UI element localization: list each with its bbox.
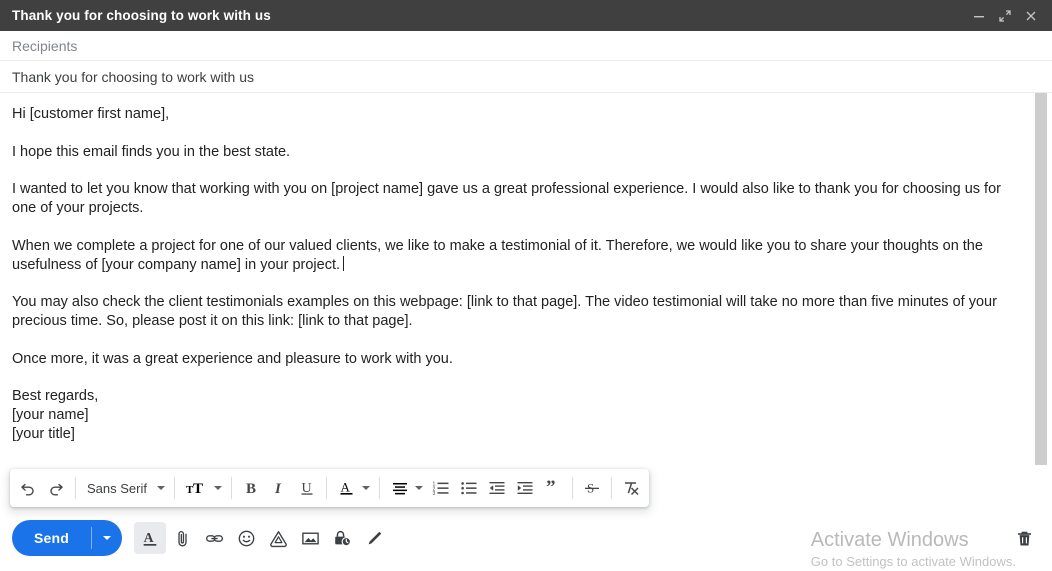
subject-input[interactable]: Thank you for choosing to work with us bbox=[12, 69, 254, 85]
insert-drive-files-icon[interactable] bbox=[262, 522, 294, 554]
svg-text:A: A bbox=[143, 530, 153, 545]
attach-files-icon[interactable] bbox=[166, 522, 198, 554]
insert-link-icon[interactable] bbox=[198, 522, 230, 554]
svg-text:3: 3 bbox=[432, 491, 435, 497]
body-scrollbar[interactable] bbox=[1034, 93, 1048, 465]
indent-less-icon[interactable] bbox=[483, 473, 511, 503]
discard-draft-icon[interactable] bbox=[1008, 522, 1040, 554]
body-paragraph-with-caret: When we complete a project for one of ou… bbox=[12, 237, 1018, 275]
underline-icon[interactable]: U bbox=[293, 473, 321, 503]
insert-photo-icon[interactable] bbox=[294, 522, 326, 554]
close-icon[interactable] bbox=[1018, 3, 1044, 29]
toolbar-divider bbox=[173, 477, 175, 499]
indent-more-icon[interactable] bbox=[511, 473, 539, 503]
subject-row[interactable]: Thank you for choosing to work with us bbox=[0, 61, 1052, 93]
align-dropdown[interactable] bbox=[385, 473, 427, 503]
send-button-group[interactable]: Send bbox=[12, 520, 123, 556]
send-options-button[interactable] bbox=[92, 520, 122, 556]
quote-icon[interactable]: ” bbox=[539, 473, 567, 503]
font-family-dropdown[interactable]: Sans Serif bbox=[81, 473, 169, 503]
compose-title: Thank you for choosing to work with us bbox=[12, 8, 271, 23]
align-icon bbox=[392, 483, 407, 495]
signature-line: [your title] bbox=[12, 426, 75, 442]
svg-text:I: I bbox=[274, 481, 282, 497]
windows-activation-watermark: Activate Windows Go to Settings to activ… bbox=[811, 527, 1016, 571]
italic-icon[interactable]: I bbox=[265, 473, 293, 503]
body-paragraph: I hope this email finds you in the best … bbox=[12, 143, 291, 160]
signature-line: [your name] bbox=[12, 407, 89, 423]
chevron-down-icon bbox=[414, 486, 423, 490]
body-paragraph: Hi [customer first name], bbox=[12, 106, 170, 122]
formatting-toolbar-area: Sans Serif T T B I U A 1 2 3 ” bbox=[0, 465, 1052, 511]
scrollbar-thumb[interactable] bbox=[1035, 93, 1047, 465]
svg-text:T: T bbox=[193, 481, 203, 497]
compose-bottom-bar: Send A Activate Windows Go to Settings t… bbox=[0, 511, 1052, 569]
body-paragraph-text: When we complete a project for one of ou… bbox=[12, 237, 983, 273]
bulleted-list-icon[interactable] bbox=[455, 473, 483, 503]
signature-line: Best regards, bbox=[12, 388, 99, 404]
toolbar-divider bbox=[230, 477, 232, 499]
undo-icon[interactable] bbox=[14, 473, 42, 503]
watermark-line-1: Activate Windows bbox=[810, 529, 969, 551]
text-cursor bbox=[343, 255, 345, 271]
insert-signature-icon[interactable] bbox=[358, 522, 390, 554]
body-paragraph: I wanted to let you know that working wi… bbox=[12, 181, 1001, 216]
send-button[interactable]: Send bbox=[12, 520, 91, 556]
bold-icon[interactable]: B bbox=[237, 473, 265, 503]
recipients-row[interactable]: Recipients bbox=[0, 31, 1052, 61]
numbered-list-icon[interactable]: 1 2 3 bbox=[427, 473, 455, 503]
message-body[interactable]: Hi [customer first name], I hope this em… bbox=[0, 93, 1052, 465]
svg-text:B: B bbox=[246, 481, 256, 497]
chevron-down-icon bbox=[156, 486, 165, 490]
toolbar-divider bbox=[325, 477, 327, 499]
font-size-dropdown[interactable]: T T bbox=[180, 473, 226, 503]
body-paragraph: Once more, it was a great experience and… bbox=[12, 350, 453, 367]
toolbar-divider bbox=[378, 477, 380, 499]
window-controls bbox=[966, 3, 1044, 29]
minimize-icon[interactable] bbox=[966, 3, 992, 29]
compose-window: Thank you for choosing to work with us R… bbox=[0, 0, 1052, 569]
chevron-down-icon bbox=[103, 536, 112, 540]
bottom-right-actions bbox=[1008, 511, 1040, 565]
compose-action-icons: A bbox=[134, 522, 390, 554]
strikethrough-icon[interactable]: S bbox=[578, 473, 606, 503]
font-size-icon: T T bbox=[186, 481, 203, 497]
recipients-input[interactable]: Recipients bbox=[12, 38, 77, 54]
font-family-label: Sans Serif bbox=[87, 480, 147, 496]
confidential-mode-icon[interactable] bbox=[326, 522, 358, 554]
insert-emoji-icon[interactable] bbox=[230, 522, 262, 554]
svg-text:A: A bbox=[340, 480, 350, 495]
toolbar-divider bbox=[75, 477, 76, 499]
compose-title-bar[interactable]: Thank you for choosing to work with us bbox=[0, 0, 1052, 31]
chevron-down-icon bbox=[361, 486, 370, 490]
toolbar-divider bbox=[610, 477, 612, 499]
watermark-line-2: Go to Settings to activate Windows. bbox=[810, 554, 1016, 569]
remove-formatting-icon[interactable] bbox=[617, 473, 645, 503]
formatting-toolbar: Sans Serif T T B I U A 1 2 3 ” bbox=[10, 469, 649, 507]
text-color-icon: A bbox=[340, 480, 353, 495]
toolbar-divider bbox=[571, 477, 573, 499]
body-paragraph: You may also check the client testimonia… bbox=[12, 294, 997, 329]
redo-icon[interactable] bbox=[42, 473, 70, 503]
message-body-wrap: Hi [customer first name], I hope this em… bbox=[0, 93, 1052, 465]
chevron-down-icon bbox=[213, 486, 222, 490]
svg-text:”: ” bbox=[546, 479, 556, 497]
popout-icon[interactable] bbox=[992, 3, 1018, 29]
formatting-options-icon[interactable]: A bbox=[134, 522, 167, 554]
text-color-dropdown[interactable]: A bbox=[332, 473, 374, 503]
